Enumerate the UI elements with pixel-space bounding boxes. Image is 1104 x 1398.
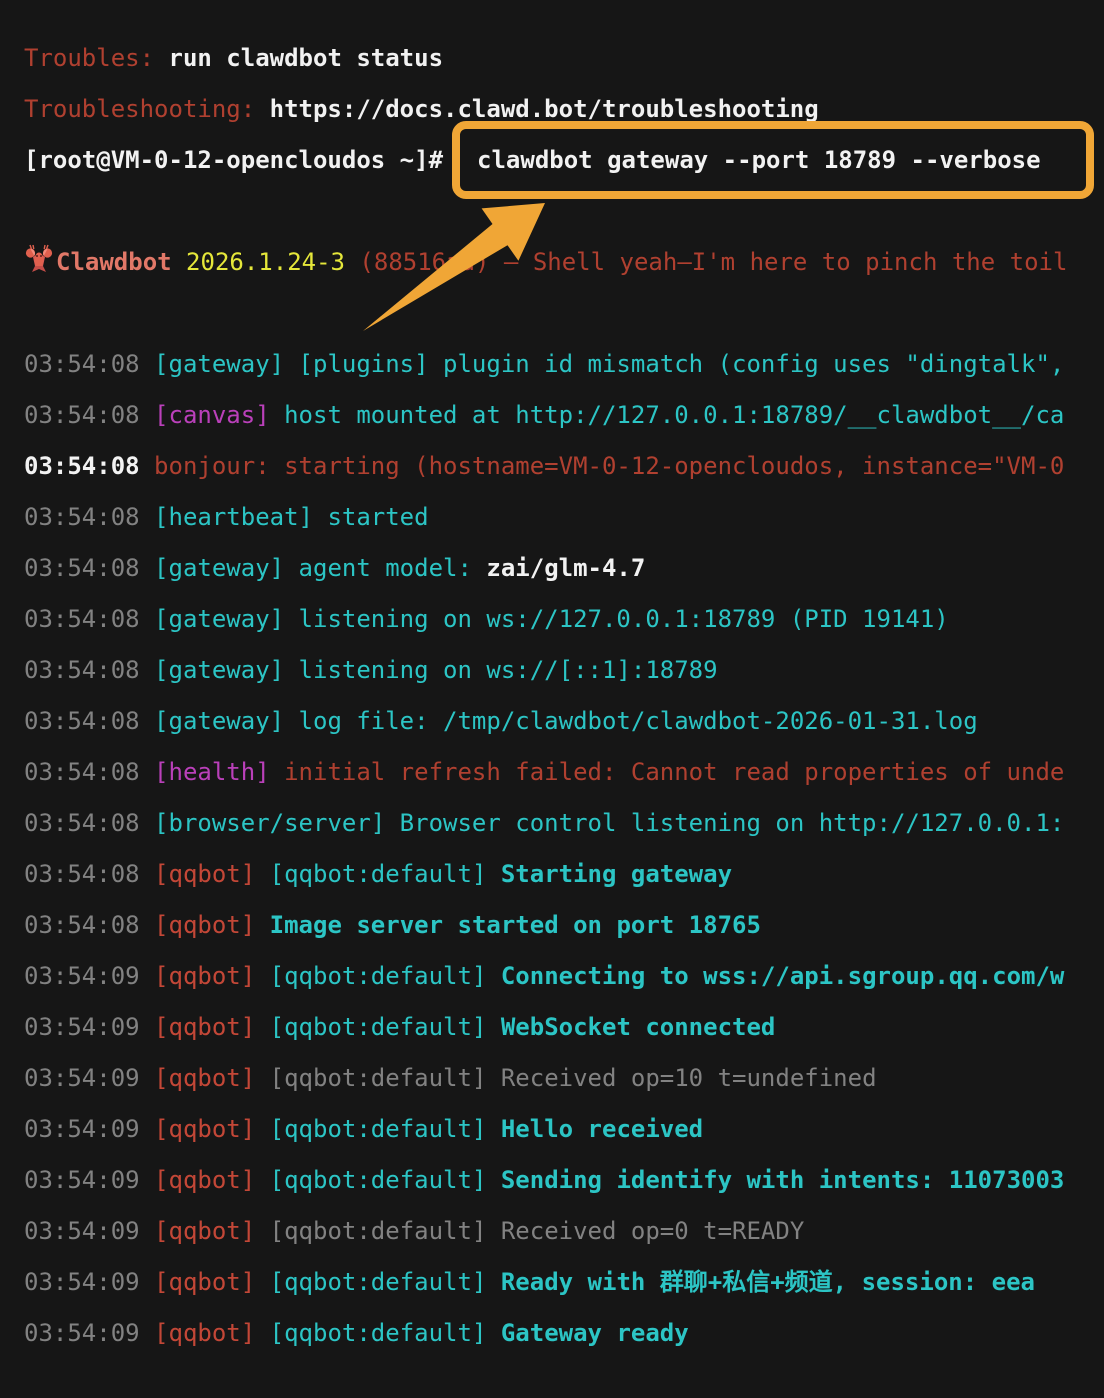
log-segment: [qqbot] xyxy=(154,1115,255,1143)
shell-prompt: [root@VM-0-12-opencloudos ~]# xyxy=(24,146,443,174)
log-segment: [qqbot:default] xyxy=(255,1115,501,1143)
log-line: 03:54:08 [qqbot] [qqbot:default] Startin… xyxy=(24,849,1104,900)
app-tagline: (88516ad) — Shell yeah—I'm here to pinch… xyxy=(345,248,1067,276)
log-segment: [qqbot:default] xyxy=(255,1268,501,1296)
troubles-value: run clawdbot status xyxy=(154,44,443,72)
log-segment: [gateway] listening on ws://127.0.0.1:18… xyxy=(154,605,949,633)
log-segment: [qqbot:default] Received op=0 t=READY xyxy=(255,1217,804,1245)
log-segment: Hello received xyxy=(501,1115,703,1143)
log-segment: [qqbot:default] Received op=10 t=undefin… xyxy=(255,1064,876,1092)
log-segment: 03:54:08 xyxy=(24,503,154,531)
log-segment: [qqbot] xyxy=(154,1268,255,1296)
log-line: 03:54:09 [qqbot] [qqbot:default] Ready w… xyxy=(24,1257,1104,1308)
log-segment: [qqbot:default] xyxy=(255,1319,501,1347)
log-segment: 03:54:09 xyxy=(24,1013,154,1041)
log-segment: 03:54:08 xyxy=(24,656,154,684)
log-line: 03:54:09 [qqbot] [qqbot:default] Sending… xyxy=(24,1155,1104,1206)
log-line: 03:54:08 [qqbot] Image server started on… xyxy=(24,900,1104,951)
log-segment: 03:54:08 xyxy=(24,554,154,582)
app-name: Clawdbot xyxy=(56,248,172,276)
log-segment: 03:54:09 xyxy=(24,1166,154,1194)
log-segment: 03:54:08 xyxy=(24,758,154,786)
log-segment: [qqbot] xyxy=(154,860,255,888)
log-line: 03:54:08 [gateway] log file: /tmp/clawdb… xyxy=(24,696,1104,747)
log-segment: 03:54:09 xyxy=(24,1268,154,1296)
log-segment: [qqbot] xyxy=(154,1064,255,1092)
log-segment: [gateway] agent model: xyxy=(154,554,486,582)
log-segment: [qqbot:default] xyxy=(255,962,501,990)
log-segment: [qqbot] xyxy=(154,962,255,990)
log-line: 03:54:09 [qqbot] [qqbot:default] Receive… xyxy=(24,1053,1104,1104)
log-segment: [qqbot:default] xyxy=(255,1013,501,1041)
log-segment: Connecting to wss://api.sgroup.qq.com/w xyxy=(501,962,1065,990)
log-segment: 03:54:09 xyxy=(24,1115,154,1143)
log-segment: [qqbot] xyxy=(154,1013,255,1041)
log-segment: bonjour: starting (hostname=VM-0-12-open… xyxy=(154,452,1064,480)
log-segment: [canvas] xyxy=(154,401,270,429)
app-version: 2026.1.24-3 xyxy=(172,248,345,276)
log-segment: [qqbot] xyxy=(154,1217,255,1245)
log-line: 03:54:09 [qqbot] [qqbot:default] WebSock… xyxy=(24,1002,1104,1053)
blank-line xyxy=(24,186,1104,237)
log-line: 03:54:09 [qqbot] [qqbot:default] Gateway… xyxy=(24,1308,1104,1359)
log-line: 03:54:08 bonjour: starting (hostname=VM-… xyxy=(24,441,1104,492)
log-segment: [qqbot:default] xyxy=(255,860,501,888)
log-segment: 03:54:09 xyxy=(24,1217,154,1245)
log-output: 03:54:08 [gateway] [plugins] plugin id m… xyxy=(24,339,1104,1359)
log-segment: 03:54:08 xyxy=(24,452,154,480)
log-line: 03:54:09 [qqbot] [qqbot:default] Hello r… xyxy=(24,1104,1104,1155)
log-segment: [gateway] listening on ws://[::1]:18789 xyxy=(154,656,718,684)
log-segment: [qqbot] xyxy=(154,1166,255,1194)
log-line: 03:54:08 [canvas] host mounted at http:/… xyxy=(24,390,1104,441)
log-segment: 03:54:09 xyxy=(24,1064,154,1092)
troubleshooting-url-link[interactable]: https://docs.clawd.bot/troubleshooting xyxy=(255,95,819,123)
log-segment: [heartbeat] started xyxy=(154,503,429,531)
log-segment: Starting gateway xyxy=(501,860,732,888)
log-segment: [gateway] [plugins] plugin id mismatch (… xyxy=(154,350,1064,378)
troubleshooting-label: Troubleshooting: xyxy=(24,95,255,123)
log-segment: WebSocket connected xyxy=(501,1013,776,1041)
log-segment xyxy=(255,911,269,939)
log-segment: 03:54:08 xyxy=(24,707,154,735)
log-segment: [health] xyxy=(154,758,270,786)
log-segment: Ready with 群聊+私信+频道, session: eea xyxy=(501,1268,1035,1296)
log-segment: 03:54:08 xyxy=(24,911,154,939)
banner-line: Clawdbot 2026.1.24-3 (88516ad) — Shell y… xyxy=(24,237,1104,288)
lobster-emoji-icon xyxy=(24,244,54,274)
log-line: 03:54:08 [health] initial refresh failed… xyxy=(24,747,1104,798)
command-text: clawdbot gateway --port 18789 --verbose xyxy=(477,146,1041,174)
log-line: 03:54:08 [gateway] [plugins] plugin id m… xyxy=(24,339,1104,390)
log-segment: zai/glm-4.7 xyxy=(486,554,645,582)
log-segment: 03:54:09 xyxy=(24,1319,154,1347)
log-line: 03:54:09 [qqbot] [qqbot:default] Receive… xyxy=(24,1206,1104,1257)
log-segment: host mounted at http://127.0.0.1:18789/_… xyxy=(270,401,1065,429)
log-segment: [gateway] log file: /tmp/clawdbot/clawdb… xyxy=(154,707,978,735)
log-segment: 03:54:08 xyxy=(24,350,154,378)
log-line: 03:54:08 [heartbeat] started xyxy=(24,492,1104,543)
shell-prompt-line: [root@VM-0-12-opencloudos ~]# clawdbot ga… xyxy=(24,135,1104,186)
log-segment: Sending identify with intents: 11073003 xyxy=(501,1166,1065,1194)
terminal-window: Troubles: run clawdbot status Troublesho… xyxy=(0,0,1104,1398)
troubles-line: Troubles: run clawdbot status xyxy=(24,33,1104,84)
log-line: 03:54:08 [gateway] agent model: zai/glm-… xyxy=(24,543,1104,594)
log-segment: [qqbot] xyxy=(154,911,255,939)
log-segment: 03:54:08 xyxy=(24,809,154,837)
log-segment: [qqbot:default] xyxy=(255,1166,501,1194)
log-segment: [qqbot] xyxy=(154,1319,255,1347)
log-segment: 03:54:08 xyxy=(24,860,154,888)
log-segment: 03:54:08 xyxy=(24,401,154,429)
log-segment: Image server started on port 18765 xyxy=(270,911,761,939)
log-segment: [browser/server] Browser control listeni… xyxy=(154,809,1064,837)
blank-line xyxy=(24,288,1104,339)
log-segment: 03:54:08 xyxy=(24,605,154,633)
log-segment: Gateway ready xyxy=(501,1319,689,1347)
log-line: 03:54:08 [gateway] listening on ws://[::… xyxy=(24,645,1104,696)
troubleshooting-line: Troubleshooting: https://docs.clawd.bot/… xyxy=(24,84,1104,135)
log-segment: 03:54:09 xyxy=(24,962,154,990)
log-line: 03:54:08 [browser/server] Browser contro… xyxy=(24,798,1104,849)
log-segment: initial refresh failed: Cannot read prop… xyxy=(270,758,1065,786)
log-line: 03:54:09 [qqbot] [qqbot:default] Connect… xyxy=(24,951,1104,1002)
troubles-label: Troubles: xyxy=(24,44,154,72)
log-line: 03:54:08 [gateway] listening on ws://127… xyxy=(24,594,1104,645)
